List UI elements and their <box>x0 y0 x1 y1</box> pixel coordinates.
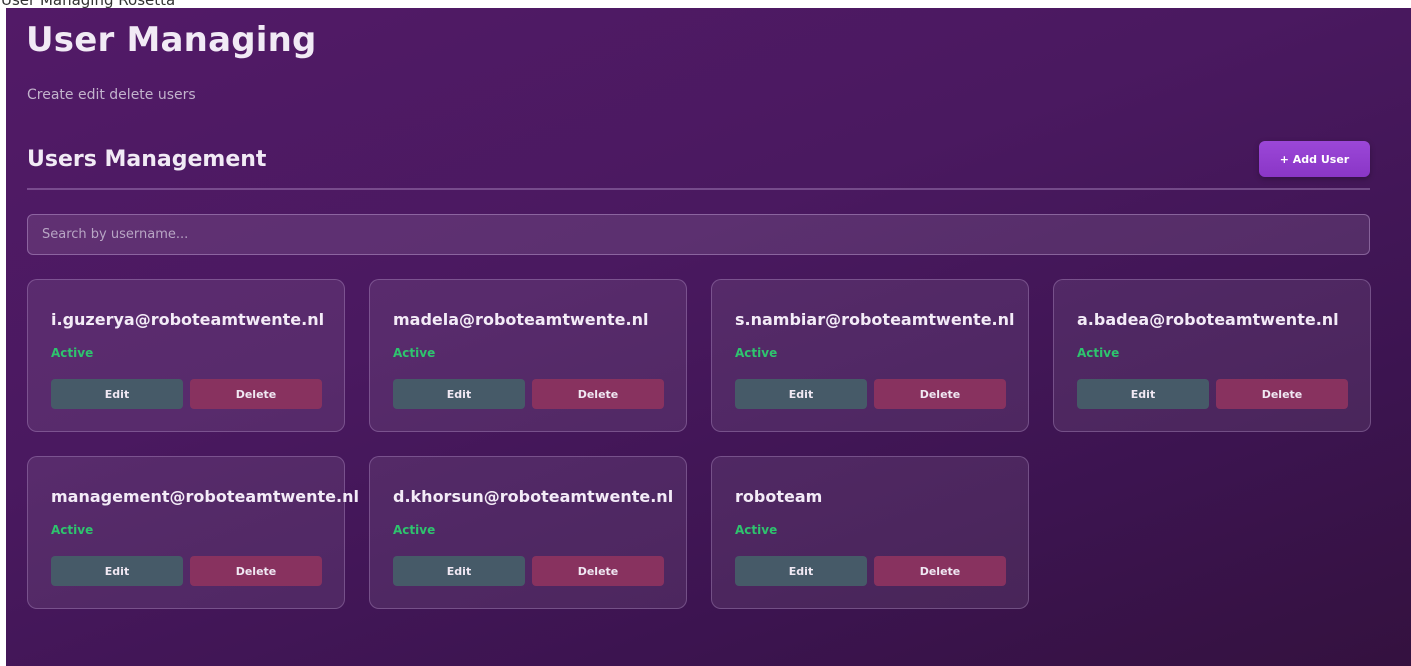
app-container: User Managing Create edit delete users U… <box>6 8 1411 666</box>
delete-button[interactable]: Delete <box>874 379 1006 409</box>
top-strip-text: User Managing Rosetta <box>1 0 175 8</box>
user-card: madela@roboteamtwente.nl Active Edit Del… <box>369 279 687 432</box>
delete-button[interactable]: Delete <box>190 556 322 586</box>
edit-button[interactable]: Edit <box>393 556 525 586</box>
top-strip: User Managing Rosetta <box>0 0 1411 8</box>
edit-button[interactable]: Edit <box>735 379 867 409</box>
edit-button[interactable]: Edit <box>1077 379 1209 409</box>
delete-button[interactable]: Delete <box>874 556 1006 586</box>
delete-button[interactable]: Delete <box>1216 379 1348 409</box>
user-card: d.khorsun@roboteamtwente.nl Active Edit … <box>369 456 687 609</box>
delete-button[interactable]: Delete <box>532 556 664 586</box>
user-card-status: Active <box>393 523 436 537</box>
user-card: s.nambiar@roboteamtwente.nl Active Edit … <box>711 279 1029 432</box>
edit-button[interactable]: Edit <box>51 556 183 586</box>
search-input[interactable] <box>27 214 1370 255</box>
user-card-username: i.guzerya@roboteamtwente.nl <box>51 310 325 329</box>
edit-button[interactable]: Edit <box>51 379 183 409</box>
user-card-username: s.nambiar@roboteamtwente.nl <box>735 310 1015 329</box>
user-card-status: Active <box>735 346 778 360</box>
edit-button[interactable]: Edit <box>393 379 525 409</box>
user-card-status: Active <box>1077 346 1120 360</box>
user-card-username: management@roboteamtwente.nl <box>51 487 359 506</box>
section-divider <box>27 188 1370 190</box>
user-card-status: Active <box>51 346 94 360</box>
user-card-username: a.badea@roboteamtwente.nl <box>1077 310 1339 329</box>
page-subtitle: Create edit delete users <box>27 87 196 103</box>
user-card-status: Active <box>393 346 436 360</box>
user-card: a.badea@roboteamtwente.nl Active Edit De… <box>1053 279 1371 432</box>
user-card-status: Active <box>51 523 94 537</box>
delete-button[interactable]: Delete <box>532 379 664 409</box>
section-title: Users Management <box>27 147 267 172</box>
user-card: i.guzerya@roboteamtwente.nl Active Edit … <box>27 279 345 432</box>
user-grid: i.guzerya@roboteamtwente.nl Active Edit … <box>27 279 1371 609</box>
delete-button[interactable]: Delete <box>190 379 322 409</box>
add-user-button[interactable]: + Add User <box>1259 141 1370 177</box>
user-card-username: madela@roboteamtwente.nl <box>393 310 649 329</box>
user-card: management@roboteamtwente.nl Active Edit… <box>27 456 359 609</box>
user-card: roboteam Active Edit Delete <box>711 456 1029 609</box>
page-title: User Managing <box>26 20 317 60</box>
user-card-status: Active <box>735 523 778 537</box>
edit-button[interactable]: Edit <box>735 556 867 586</box>
user-card-username: roboteam <box>735 487 823 506</box>
user-card-username: d.khorsun@roboteamtwente.nl <box>393 487 674 506</box>
